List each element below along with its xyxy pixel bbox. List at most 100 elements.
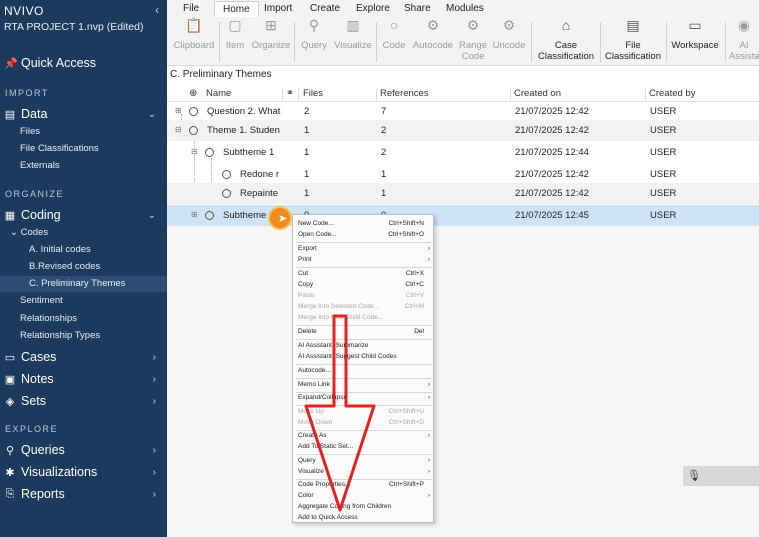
tab-share[interactable]: Share bbox=[404, 3, 431, 14]
chart-icon: ▥ bbox=[346, 17, 360, 33]
ai-assistant-button[interactable]: ◉ AI Assista bbox=[729, 18, 759, 62]
sidebar-item-reports[interactable]: ⎘ Reports › bbox=[4, 487, 162, 501]
sidebar-item-externals[interactable]: Externals bbox=[20, 160, 60, 171]
row-name: Repainte bbox=[240, 188, 279, 199]
query-button[interactable]: ⚲ Query bbox=[298, 18, 330, 51]
sidebar-item-relationships[interactable]: Relationships bbox=[20, 313, 77, 324]
menu-print[interactable]: Print › bbox=[298, 255, 430, 265]
sidebar-item-quick-access[interactable]: 📌 Quick Access bbox=[4, 56, 162, 70]
visualize-button[interactable]: ▥ Visualize bbox=[333, 17, 373, 51]
table-row[interactable]: Redone r 1 1 21/07/2025 12:42 USER bbox=[167, 164, 759, 185]
row-by: USER bbox=[650, 147, 677, 158]
row-by: USER bbox=[650, 210, 677, 221]
chevron-right-icon: › bbox=[427, 457, 430, 464]
workspace-button[interactable]: ▭ Workspace bbox=[669, 18, 721, 51]
row-created: 21/07/2025 12:42 bbox=[515, 125, 589, 136]
detail-area bbox=[167, 226, 759, 537]
menu-cut[interactable]: Cut Ctrl+X bbox=[298, 269, 430, 279]
row-name: Theme 1. Studen bbox=[207, 125, 280, 136]
item-button[interactable]: ▢ Item bbox=[223, 17, 247, 51]
sidebar-item-cases[interactable]: ▭ Cases › bbox=[4, 350, 162, 364]
expand-icon[interactable]: ⊞ bbox=[175, 106, 182, 115]
sidebar-item-files[interactable]: Files bbox=[20, 126, 40, 137]
row-created: 21/07/2025 12:42 bbox=[515, 188, 589, 199]
menu-export[interactable]: Export › bbox=[298, 244, 430, 254]
ribbon-separator bbox=[219, 22, 220, 62]
add-column-icon[interactable]: ⊕ bbox=[189, 88, 197, 99]
file-classification-button[interactable]: ▤ File Classification bbox=[602, 18, 664, 62]
link-icon: ⚭ bbox=[286, 88, 294, 99]
chevron-right-icon: › bbox=[427, 256, 430, 263]
table-row[interactable]: ⊟ Subtheme 1 1 2 21/07/2025 12:44 USER bbox=[167, 142, 759, 163]
list-header: ⊕ Name ⚭ Files References Created on Cre… bbox=[167, 86, 759, 102]
table-row[interactable]: ⊞ Question 2. What 2 7 21/07/2025 12:42 … bbox=[167, 101, 759, 122]
table-row-selected[interactable]: ⊞ Subtheme 0 0 21/07/2025 12:45 USER bbox=[167, 205, 759, 226]
header-created-by[interactable]: Created by bbox=[649, 88, 695, 99]
menu-paste: Paste Ctrl+V bbox=[298, 292, 424, 299]
case-classification-button[interactable]: ⌂ Case Classification bbox=[535, 18, 597, 62]
header-created-on[interactable]: Created on bbox=[514, 88, 561, 99]
header-files[interactable]: Files bbox=[303, 88, 323, 99]
menu-add-quick-access[interactable]: Add to Quick Access bbox=[298, 513, 430, 523]
header-separator bbox=[282, 88, 283, 100]
table-row[interactable]: Repainte 1 1 21/07/2025 12:42 USER bbox=[167, 183, 759, 204]
range-code-icon: ⚙ bbox=[466, 17, 480, 33]
header-name[interactable]: Name bbox=[206, 88, 231, 99]
ribbon: File Home Import Create Explore Share Mo… bbox=[167, 0, 759, 66]
code-node-icon bbox=[222, 170, 231, 179]
expand-icon[interactable]: ⊞ bbox=[191, 210, 198, 219]
row-created: 21/07/2025 12:44 bbox=[515, 147, 589, 158]
chevron-right-icon: › bbox=[427, 245, 430, 252]
autocode-button[interactable]: ⚙ Autocode bbox=[411, 18, 455, 51]
collapse-icon[interactable]: ⊟ bbox=[175, 125, 182, 134]
chevron-right-icon: › bbox=[152, 395, 156, 407]
row-by: USER bbox=[650, 106, 677, 117]
code-button[interactable]: ○ Code bbox=[379, 18, 409, 51]
row-files: 1 bbox=[304, 169, 310, 180]
sidebar-item-sentiment[interactable]: Sentiment bbox=[20, 295, 63, 306]
sidebar-item-codes[interactable]: ⌄ Codes bbox=[10, 227, 48, 238]
sidebar-item-initial-codes[interactable]: A. Initial codes bbox=[29, 244, 91, 255]
sidebar-item-queries[interactable]: ⚲ Queries › bbox=[4, 443, 162, 457]
sidebar-item-relationship-types[interactable]: Relationship Types bbox=[20, 330, 100, 341]
sidebar-item-file-classifications[interactable]: File Classifications bbox=[20, 143, 99, 154]
menu-open-code[interactable]: Open Code... Ctrl+Shift+O bbox=[298, 230, 430, 240]
ribbon-separator bbox=[376, 22, 377, 62]
section-import: IMPORT bbox=[5, 88, 49, 98]
sidebar-item-sets[interactable]: ◈ Sets › bbox=[4, 394, 162, 408]
collapse-sidebar-icon[interactable]: ‹ bbox=[155, 3, 159, 17]
clipboard-button[interactable]: 📋 Clipboard bbox=[173, 18, 215, 51]
sidebar-item-coding[interactable]: ▦ Coding ⌄ bbox=[4, 208, 162, 222]
row-refs: 1 bbox=[381, 169, 387, 180]
uncode-icon: ⚙ bbox=[502, 17, 516, 33]
tab-explore[interactable]: Explore bbox=[356, 3, 390, 14]
item-icon: ▢ bbox=[228, 17, 242, 33]
sidebar-item-data[interactable]: ▤ Data ⌄ bbox=[4, 107, 162, 121]
sidebar-item-visualizations[interactable]: ✱ Visualizations › bbox=[4, 465, 162, 479]
tab-file[interactable]: File bbox=[183, 3, 199, 14]
menu-new-code[interactable]: New Code... Ctrl+Shift+N bbox=[298, 219, 430, 229]
organize-icon: ⊞ bbox=[265, 17, 277, 33]
organize-button[interactable]: ⊞ Organize bbox=[251, 17, 291, 51]
header-references[interactable]: References bbox=[380, 88, 429, 99]
tab-modules[interactable]: Modules bbox=[446, 3, 484, 14]
dictation-tag[interactable]: 🎙 bbox=[683, 466, 759, 486]
sidebar-item-notes[interactable]: ▣ Notes › bbox=[4, 372, 162, 386]
chevron-right-icon: › bbox=[152, 488, 156, 500]
nvivo-window: NVIVO ‹ RTA PROJECT 1.nvp (Edited) 📌 Qui… bbox=[0, 0, 759, 537]
sidebar-item-revised-codes[interactable]: B.Revised codes bbox=[29, 261, 100, 272]
menu-copy[interactable]: Copy Ctrl+C bbox=[298, 280, 430, 290]
uncode-button[interactable]: ⚙ Uncode bbox=[491, 17, 527, 51]
table-row[interactable]: ⊟ Theme 1. Studen 1 2 21/07/2025 12:42 U… bbox=[167, 120, 759, 141]
range-code-button[interactable]: ⚙ Range Code bbox=[457, 17, 489, 62]
menu-separator bbox=[296, 267, 432, 268]
header-separator bbox=[376, 88, 377, 100]
row-files: 1 bbox=[304, 125, 310, 136]
section-organize: ORGANIZE bbox=[5, 189, 65, 199]
code-node-icon bbox=[189, 126, 198, 135]
tab-home[interactable]: Home bbox=[214, 1, 259, 17]
tab-import[interactable]: Import bbox=[264, 3, 292, 14]
tab-create[interactable]: Create bbox=[310, 3, 340, 14]
sidebar-item-preliminary-themes[interactable]: C. Preliminary Themes bbox=[29, 278, 125, 289]
collapse-icon[interactable]: ⊟ bbox=[191, 147, 198, 156]
